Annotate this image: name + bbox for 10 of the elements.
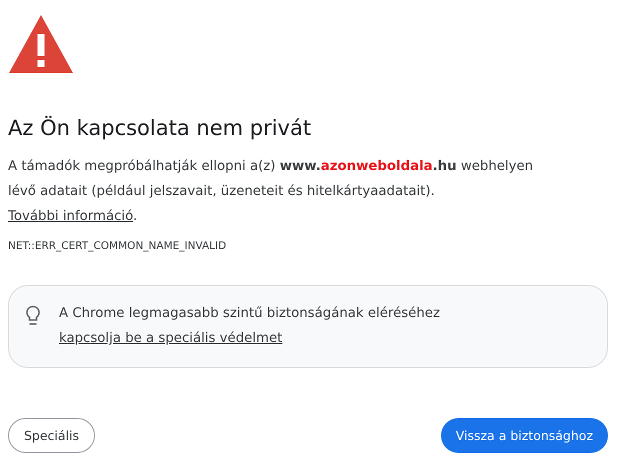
tip-text: A Chrome legmagasabb szintű biztonságának eléréséhez kapcsolja be a speciális védelmet [59, 305, 441, 348]
warning-icon [8, 14, 74, 74]
lightbulb-icon [25, 305, 41, 327]
enhanced-protection-link[interactable]: kapcsolja be a speciális védelmet [59, 331, 282, 346]
page-heading: Az Ön kapcsolata nem privát [8, 116, 312, 140]
more-info-link[interactable]: További információ [8, 209, 133, 224]
warning-description: A támadók megpróbálhatják ellopni a(z) www.azonweboldala.hu webhelyen lévő adatait (például jelszavait, üzeneteit és hitelkártyaadatait). További információ. [8, 158, 534, 226]
advanced-button[interactable]: Speciális [8, 418, 96, 453]
error-code: NET::ERR_CERT_COMMON_NAME_INVALID [8, 240, 228, 252]
back-to-safety-button[interactable]: Vissza a biztonsághoz [440, 418, 608, 453]
